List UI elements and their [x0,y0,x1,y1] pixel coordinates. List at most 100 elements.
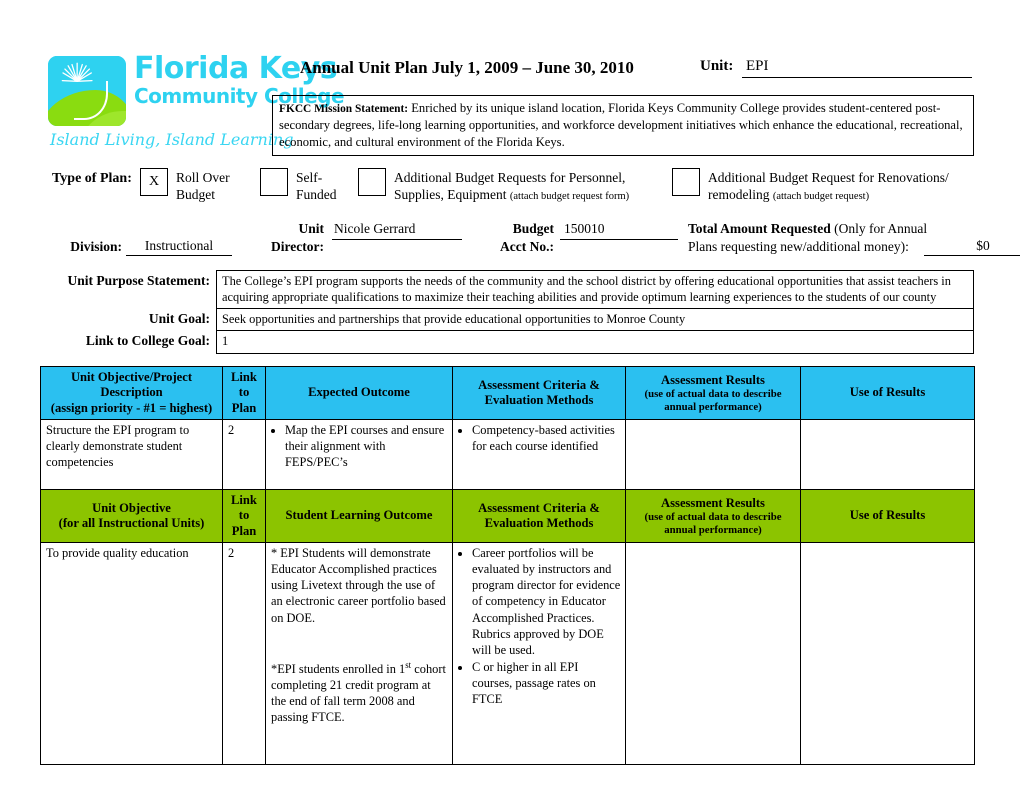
expected-outcome-list: Map the EPI courses and ensure their ali… [271,422,448,470]
cell-slo-assessment-criteria[interactable]: Career portfolios will be evaluated by i… [452,542,626,766]
fkcc-logo-wordmark: Florida Keys Community College [134,51,345,108]
list-item: Map the EPI courses and ensure their ali… [285,422,448,470]
logo-line-2: Community College [134,84,345,108]
col-header-slo-objective-line2: (for all Instructional Units) [58,516,205,531]
option-personnel-line1: Additional Budget Requests for Personnel… [394,170,626,185]
purpose-goal-block: Unit Purpose Statement: The College’s EP… [52,270,974,354]
cell-student-learning-outcome[interactable]: * EPI Students will demonstrate Educator… [265,542,453,766]
unit-purpose-statement-value[interactable]: The College’s EPI program supports the n… [216,270,974,309]
link-to-college-goal-row: Link to College Goal: 1 [52,330,974,354]
division-label: Division: [70,239,122,254]
total-amount-value[interactable]: $0 [924,238,1020,256]
logo-line-1: Florida Keys [134,51,338,86]
col-header-assessment-criteria-slo: Assessment Criteria & Evaluation Methods [452,488,626,544]
list-item: Career portfolios will be evaluated by i… [472,545,621,658]
unit-objectives-table: Unit Objective/Project Description (assi… [40,365,975,495]
col-header-expected-outcome: Expected Outcome [265,365,453,421]
cell-assessment-criteria[interactable]: Competency-based activities for each cou… [452,419,626,495]
col-header-objective-line2: Description [100,385,163,400]
cell-expected-outcome[interactable]: Map the EPI courses and ensure their ali… [265,419,453,495]
col-header-results-sub2: annual performance) [664,400,762,413]
col-header-slo-link-line1: Link [231,493,257,507]
col-header-link-to-plan-slo: Link to Plan [222,488,266,544]
link-to-college-goal-value[interactable]: 1 [216,330,974,354]
unit-goal-value[interactable]: Seek opportunities and partnerships that… [216,308,974,331]
annual-unit-plan-document: Florida Keys Community College Island Li… [0,0,1020,788]
col-header-criteria-line2: Evaluation Methods [484,393,594,408]
division-value[interactable]: Instructional [126,238,232,256]
col-header-use-of-results-slo: Use of Results [800,488,975,544]
option-personnel-line2: Supplies, Equipment [394,186,507,202]
list-item: C or higher in all EPI courses, passage … [472,659,621,707]
option-renovations-note: (attach budget request) [772,190,870,202]
slo-p2-pre: *EPI students enrolled in 1 [271,661,406,676]
col-header-slo-results-sub1: (use of actual data to describe [644,510,782,523]
logo-tagline: Island Living, Island Learning [50,130,294,149]
slo-paragraph-2: *EPI students enrolled in 1st cohort com… [271,660,448,726]
option-label-self-funded: Self- Funded [296,170,366,204]
cell-slo-objective[interactable]: To provide quality education [40,542,223,766]
mission-statement-label: FKCC Mission Statement: [279,103,409,115]
option-roll-over-line2: Budget [176,186,215,202]
unit-purpose-statement-row: Unit Purpose Statement: The College’s EP… [52,270,974,309]
mission-statement-box: FKCC Mission Statement: Enriched by its … [272,95,974,157]
cell-slo-use-of-results[interactable] [800,542,975,766]
fkcc-logo: Florida Keys Community College Island Li… [48,51,345,152]
checkbox-roll-over-budget[interactable]: X [140,168,168,196]
checkbox-additional-budget-personnel[interactable] [358,168,386,196]
cell-objective-description[interactable]: Structure the EPI program to clearly dem… [40,419,223,495]
total-amount-label-line2: Plans requesting new/additional money): [688,239,909,254]
option-self-funded-line2: Funded [296,186,337,202]
unit-director-value[interactable]: Nicole Gerrard [334,221,415,237]
option-personnel-note: (attach budget request form) [509,190,630,202]
col-header-results-sub1: (use of actual data to describe [644,387,782,400]
col-header-link-line2: to [238,385,250,400]
col-header-unit-objective-project: Unit Objective/Project Description (assi… [40,365,223,421]
col-header-slo-results-line1: Assessment Results [661,495,765,510]
option-roll-over-line1: Roll Over [176,170,230,185]
budget-acct-value[interactable]: 150010 [564,221,605,237]
checkbox-self-funded[interactable] [260,168,288,196]
budget-acct-label-line2: Acct No.: [500,239,554,254]
type-of-plan-row: Type of Plan: X Roll Over Budget Self- F… [52,168,982,212]
col-header-slo-criteria-line2: Evaluation Methods [484,516,594,531]
col-header-unit-objective: Unit Objective (for all Instructional Un… [40,488,223,544]
type-of-plan-label: Type of Plan: [52,171,132,186]
option-label-additional-budget-renovations: Additional Budget Request for Renovation… [708,170,982,204]
col-header-slo-results-sub2: annual performance) [664,523,762,536]
option-label-roll-over-budget: Roll Over Budget [176,170,268,204]
list-item: Competency-based activities for each cou… [472,422,621,454]
cell-slo-link-to-plan[interactable]: 2 [222,542,266,766]
unit-field-value[interactable]: EPI [742,58,972,78]
col-header-assessment-criteria: Assessment Criteria & Evaluation Methods [452,365,626,421]
slo-paragraph-1: * EPI Students will demonstrate Educator… [271,546,446,625]
col-header-slo-link-line3: Plan [231,523,257,538]
col-header-slo-link-line2: to [238,508,250,523]
cell-slo-assessment-results[interactable] [625,542,801,766]
option-renovations-line2: remodeling [708,186,770,202]
option-label-additional-budget-personnel: Additional Budget Requests for Personnel… [394,170,676,204]
col-header-link-line1: Link [231,370,257,384]
slo-assessment-criteria-list: Career portfolios will be evaluated by i… [458,545,621,707]
unit-director-underline[interactable] [332,238,462,240]
total-amount-label-rest: (Only for Annual [830,221,928,236]
cell-link-to-plan[interactable]: 2 [222,419,266,495]
table-row: To provide quality education 2 * EPI Stu… [40,542,975,766]
total-amount-label-bold: Total Amount Requested [688,221,831,236]
budget-acct-underline[interactable] [560,238,678,240]
col-header-slo-objective-line1: Unit Objective [92,500,171,515]
unit-goal-row: Unit Goal: Seek opportunities and partne… [52,308,974,331]
cell-assessment-results[interactable] [625,419,801,495]
col-header-slo-criteria-line1: Assessment Criteria & [478,500,600,515]
student-learning-outcome-table: Unit Objective (for all Instructional Un… [40,488,975,766]
total-amount-label-line1: Total Amount Requested (Only for Annual [688,221,927,237]
col-header-link-line3: Plan [231,400,257,415]
col-header-assessment-results-slo: Assessment Results (use of actual data t… [625,488,801,544]
checkbox-additional-budget-renovations[interactable] [672,168,700,196]
cell-use-of-results[interactable] [800,419,975,495]
option-renovations-line1: Additional Budget Request for Renovation… [708,170,949,185]
unit-field-label: Unit: [700,58,734,74]
fkcc-logo-mark-icon [48,56,126,126]
unit-director-label-line2: Director: [271,239,324,254]
option-self-funded-line1: Self- [296,170,323,185]
